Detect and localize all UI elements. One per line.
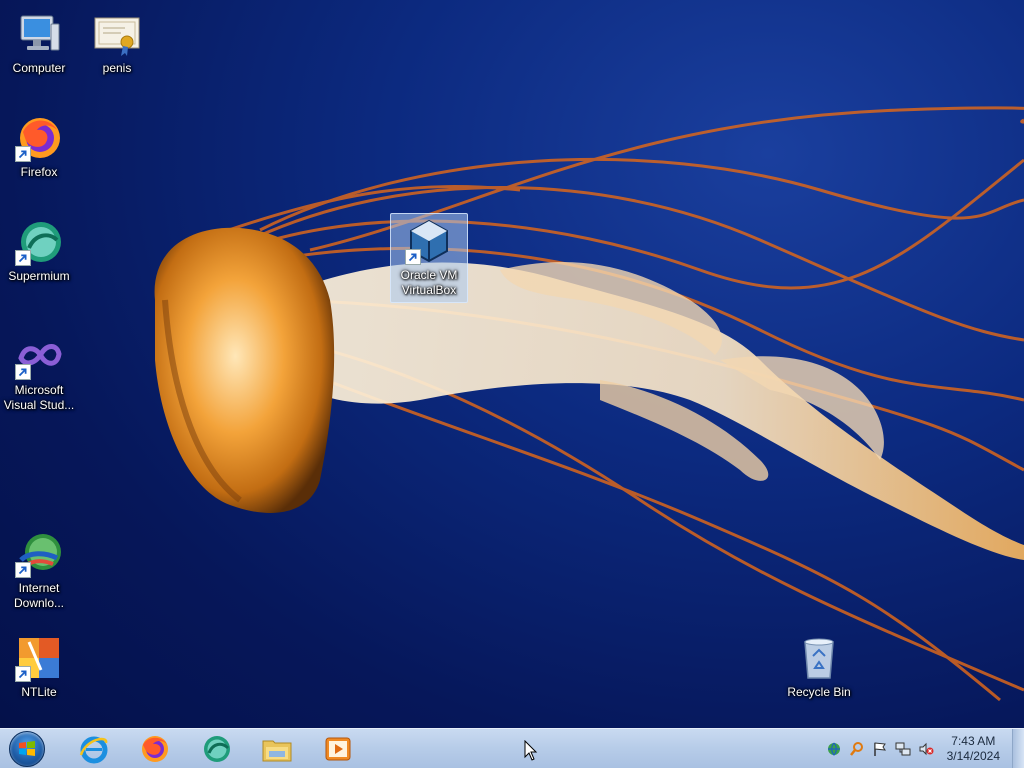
file-explorer-icon (262, 740, 292, 761)
internet-explorer-icon (79, 736, 108, 763)
tray-network[interactable] (892, 738, 914, 760)
ntlite-icon (15, 634, 63, 682)
tray-action-center[interactable] (869, 738, 891, 760)
desktop-icon-computer[interactable]: Computer (0, 6, 78, 81)
taskbar-media-player[interactable] (308, 729, 368, 768)
taskbar-supermium[interactable] (186, 729, 246, 768)
desktop-icon-visual-studio[interactable]: Microsoft Visual Stud... (0, 328, 78, 418)
taskbar-firefox[interactable] (125, 729, 185, 768)
desktop-icon-recycle-bin[interactable]: Recycle Bin (780, 630, 858, 705)
clock-time: 7:43 AM (951, 734, 996, 748)
system-tray: 7:43 AM 3/14/2024 (822, 729, 1010, 768)
shortcut-arrow-icon (15, 562, 31, 578)
supermium-icon (15, 218, 63, 266)
search-tool-icon (849, 742, 863, 756)
recycle-bin-icon (795, 634, 843, 682)
internet-download-manager-icon (15, 530, 63, 578)
taskbar-internet-explorer[interactable] (64, 729, 124, 768)
desktop-icon-supermium[interactable]: Supermium (0, 214, 78, 289)
desktop-icon-label: NTLite (21, 685, 57, 699)
desktop[interactable]: Computer penis Firefox Supermium Microso… (0, 0, 1024, 728)
desktop-icon-virtualbox[interactable]: Oracle VM VirtualBox (390, 213, 468, 303)
clock-date: 3/14/2024 (946, 749, 1000, 763)
taskbar-clock[interactable]: 7:43 AM 3/14/2024 (947, 734, 1000, 764)
computer-icon (15, 10, 63, 58)
mouse-cursor-icon (524, 740, 538, 761)
desktop-icon-label: Firefox (20, 165, 58, 179)
taskbar-file-explorer[interactable] (247, 729, 307, 768)
action-center-flag-icon (873, 742, 886, 756)
desktop-icon-label: Oracle VM VirtualBox (400, 268, 458, 297)
supermium-icon (204, 735, 230, 762)
desktop-icon-label: Supermium (8, 269, 70, 283)
jellyfish-wallpaper (154, 106, 1024, 702)
network-globe-icon (827, 742, 840, 756)
tray-volume[interactable] (915, 738, 937, 760)
desktop-icon-ntlite[interactable]: NTLite (0, 630, 78, 705)
desktop-icon-label: Computer (12, 61, 66, 75)
firefox-icon (15, 114, 63, 162)
certificate-icon (93, 10, 141, 58)
shortcut-arrow-icon (15, 364, 31, 380)
virtualbox-icon (405, 217, 453, 265)
visual-studio-icon (15, 332, 63, 380)
show-desktop-button[interactable] (1012, 729, 1024, 768)
windows-start-icon (9, 730, 45, 767)
shortcut-arrow-icon (405, 249, 421, 265)
pinned-apps (64, 729, 369, 768)
desktop-icon-label: Microsoft Visual Stud... (3, 383, 75, 412)
shortcut-arrow-icon (15, 666, 31, 682)
desktop-icon-label: Internet Downlo... (13, 581, 65, 610)
start-button[interactable] (4, 729, 50, 768)
desktop-icon-label: penis (102, 61, 132, 75)
tray-search-tool[interactable] (846, 738, 868, 760)
media-player-icon (325, 737, 351, 760)
tray-network-globe[interactable] (823, 738, 845, 760)
firefox-icon (142, 735, 168, 762)
volume-muted-icon (919, 742, 934, 756)
shortcut-arrow-icon (15, 250, 31, 266)
desktop-icon-label: Recycle Bin (787, 685, 851, 699)
desktop-icon-penis[interactable]: penis (78, 6, 156, 81)
desktop-icon-internet-download-manager[interactable]: Internet Downlo... (0, 526, 78, 616)
taskbar: 7:43 AM 3/14/2024 (0, 728, 1024, 768)
shortcut-arrow-icon (15, 146, 31, 162)
network-icon (895, 742, 911, 756)
desktop-icon-firefox[interactable]: Firefox (0, 110, 78, 185)
